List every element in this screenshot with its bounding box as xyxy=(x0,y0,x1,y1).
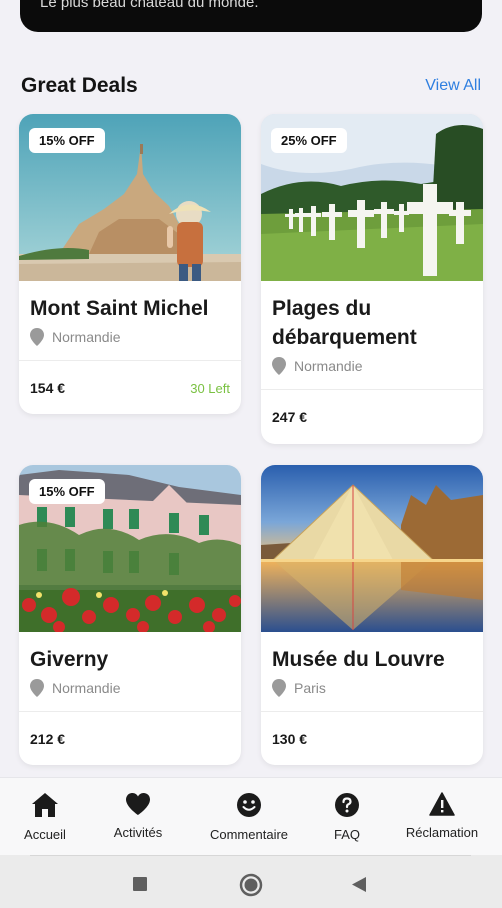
deal-title: Mont Saint Michel xyxy=(30,297,209,320)
recents-icon[interactable] xyxy=(132,876,148,892)
featured-banner[interactable]: Le plus beau château du monde. xyxy=(20,0,482,32)
deal-photo: 25% OFF xyxy=(261,114,483,281)
deal-location: Normandie xyxy=(261,352,483,376)
nav-label: Accueil xyxy=(24,827,66,842)
deal-photo xyxy=(261,465,483,632)
deal-location: Normandie xyxy=(19,323,241,347)
deal-footer: 130 € xyxy=(261,712,483,765)
discount-badge: 25% OFF xyxy=(271,128,347,153)
location-pin-icon xyxy=(272,357,286,375)
smiley-icon xyxy=(237,793,261,817)
deal-location: Paris xyxy=(261,674,483,698)
view-all-link[interactable]: View All xyxy=(425,77,481,95)
deal-photo: 15% OFF xyxy=(19,465,241,632)
deal-location-text: Normandie xyxy=(52,680,121,696)
deal-price: 154 € xyxy=(30,380,66,396)
heart-icon xyxy=(126,793,150,815)
question-icon xyxy=(335,793,359,817)
deal-card-plages-du-debarquement[interactable]: 25% OFF Plages du débarquement Normandie… xyxy=(261,114,483,444)
deal-card-giverny[interactable]: 15% OFF Giverny Normandie 212 € xyxy=(19,465,241,765)
deal-location-text: Paris xyxy=(294,680,326,696)
discount-badge: 15% OFF xyxy=(29,128,105,153)
deal-price: 130 € xyxy=(272,731,308,747)
deal-card-musee-du-louvre[interactable]: Musée du Louvre Paris 130 € xyxy=(261,465,483,765)
location-pin-icon xyxy=(30,328,44,346)
location-pin-icon xyxy=(272,679,286,697)
banner-caption: Le plus beau château du monde. xyxy=(40,0,259,11)
deal-card-mont-saint-michel[interactable]: 15% OFF Mont Saint Michel Normandie 154 … xyxy=(19,114,241,414)
deal-photo: 15% OFF xyxy=(19,114,241,281)
discount-badge: 15% OFF xyxy=(29,479,105,504)
deal-footer: 247 € xyxy=(261,390,483,444)
deal-price: 247 € xyxy=(272,409,308,425)
warning-icon xyxy=(429,792,455,816)
nav-label: Activités xyxy=(113,825,163,840)
deal-footer: 154 € 30 Left xyxy=(19,361,241,414)
home-icon xyxy=(32,793,58,817)
nav-item-accueil[interactable]: Accueil xyxy=(15,792,75,842)
deal-title: Plages du débarquement xyxy=(272,297,417,349)
deal-location: Normandie xyxy=(19,674,241,698)
nav-label: Commentaire xyxy=(209,827,289,842)
deal-title: Giverny xyxy=(30,648,109,671)
home-circle-icon[interactable] xyxy=(239,873,263,897)
deal-location-text: Normandie xyxy=(294,358,363,374)
deal-title: Musée du Louvre xyxy=(272,648,445,671)
deal-location-text: Normandie xyxy=(52,329,121,345)
deal-price: 212 € xyxy=(30,731,66,747)
deal-stock-left: 30 Left xyxy=(190,380,230,396)
system-nav-divider xyxy=(30,855,471,856)
back-icon[interactable] xyxy=(350,876,367,893)
bottom-nav: Accueil Activités Commentaire FAQ Réclam… xyxy=(0,777,502,855)
location-pin-icon xyxy=(30,679,44,697)
nav-label: FAQ xyxy=(333,827,360,842)
nav-item-faq[interactable]: FAQ xyxy=(322,792,372,842)
section-title: Great Deals xyxy=(21,74,138,97)
nav-item-activites[interactable]: Activités xyxy=(104,792,172,840)
nav-item-reclamation[interactable]: Réclamation xyxy=(402,792,482,840)
nav-item-commentaire[interactable]: Commentaire xyxy=(206,792,292,842)
nav-label: Réclamation xyxy=(405,825,479,840)
deal-footer: 212 € xyxy=(19,712,241,765)
